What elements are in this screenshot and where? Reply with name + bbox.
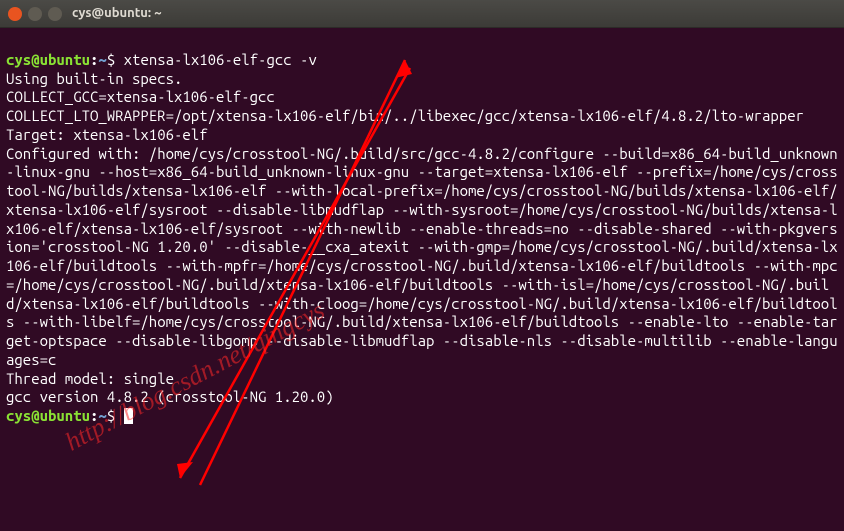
prompt-user-host: cys@ubuntu [6,51,90,68]
command-text: xtensa-lx106-elf-gcc -v [124,51,317,68]
window-controls [8,7,62,21]
output-line: Using built-in specs. [6,70,182,87]
prompt-symbol: $ [107,51,115,68]
output-line: COLLECT_LTO_WRAPPER=/opt/xtensa-lx106-el… [6,107,804,124]
maximize-icon[interactable] [48,7,62,21]
close-icon[interactable] [8,7,22,21]
output-line: Configured with: /home/cys/crosstool-NG/… [6,145,838,368]
prompt-line: cys@ubuntu:~$ xtensa-lx106-elf-gcc -v [6,51,317,68]
output-line: Target: xtensa-lx106-elf [6,126,208,143]
window-title: cys@ubuntu: ~ [72,5,162,21]
minimize-icon[interactable] [28,7,42,21]
terminal[interactable]: cys@ubuntu:~$ xtensa-lx106-elf-gcc -v Us… [0,28,844,430]
output-line: COLLECT_GCC=xtensa-lx106-elf-gcc [6,88,275,105]
prompt-path: ~ [98,51,106,68]
titlebar: cys@ubuntu: ~ [0,0,844,28]
